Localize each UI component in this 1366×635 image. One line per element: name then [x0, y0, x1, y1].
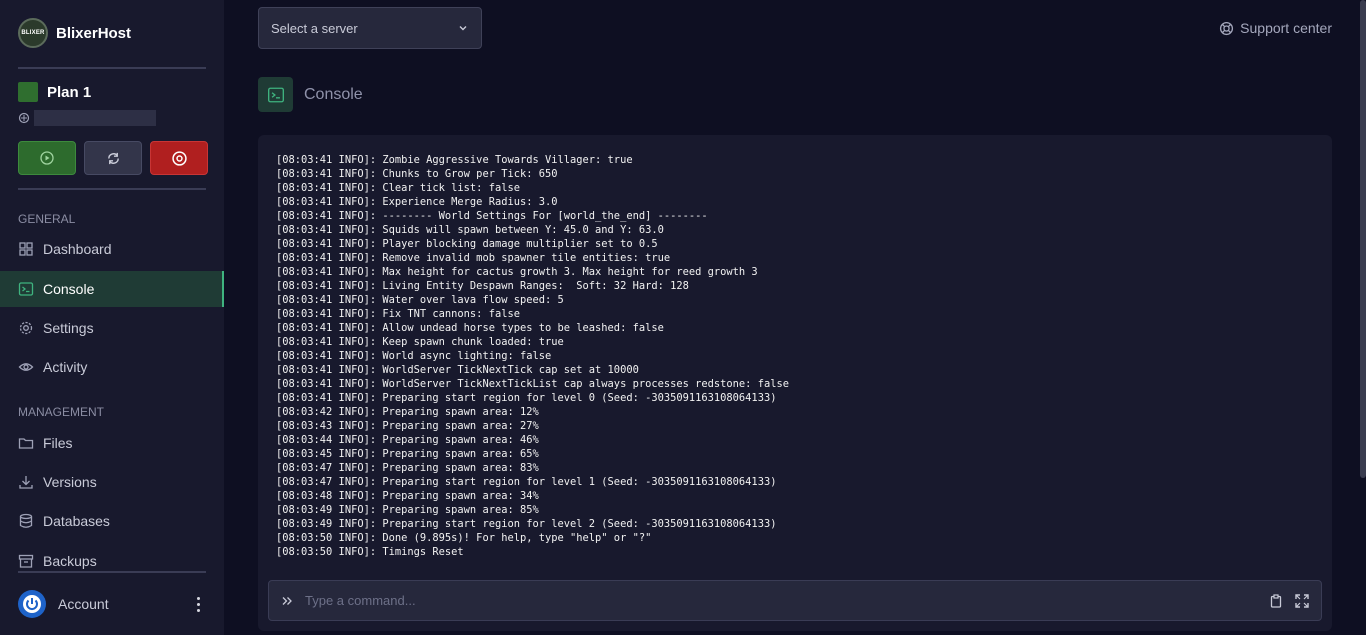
chevrons-right-icon	[282, 596, 292, 605]
sidebar: BLIXER BlixerHost Plan 1 GENERAL Dashboa…	[0, 0, 224, 635]
console-line: [08:03:49 INFO]: Preparing start region …	[276, 518, 777, 530]
archive-icon	[18, 554, 34, 568]
command-input[interactable]	[305, 593, 1257, 608]
nav-item-console[interactable]: Console	[0, 271, 224, 307]
console-line: [08:03:41 INFO]: Player blocking damage …	[276, 238, 658, 250]
nav-label: Versions	[43, 474, 97, 490]
console-line: [08:03:41 INFO]: Preparing start region …	[276, 392, 777, 404]
console-line: [08:03:41 INFO]: Experience Merge Radius…	[276, 196, 558, 208]
console-line: [08:03:41 INFO]: Zombie Aggressive Towar…	[276, 154, 633, 166]
nav-item-activity[interactable]: Activity	[0, 349, 224, 385]
console-line: [08:03:41 INFO]: -------- World Settings…	[276, 210, 708, 222]
plan-header: Plan 1	[18, 82, 91, 102]
more-options-icon[interactable]	[190, 594, 206, 614]
console-line: [08:03:41 INFO]: Keep spawn chunk loaded…	[276, 336, 564, 348]
command-actions	[1269, 593, 1309, 608]
console-line: [08:03:47 INFO]: Preparing start region …	[276, 476, 777, 488]
console-line: [08:03:50 INFO]: Timings Reset	[276, 546, 464, 558]
console-line: [08:03:50 INFO]: Done (9.895s)! For help…	[276, 532, 652, 544]
page-scrollbar[interactable]	[1360, 0, 1366, 478]
account-menu[interactable]: Account	[18, 590, 206, 618]
server-select[interactable]: Select a server	[258, 7, 482, 49]
nav-label: Activity	[43, 359, 88, 375]
download-icon	[19, 476, 33, 489]
page-header: Console	[258, 77, 363, 112]
server-select-label: Select a server	[271, 20, 358, 36]
network-icon	[18, 112, 30, 124]
refresh-icon	[107, 152, 119, 164]
divider	[18, 571, 206, 573]
console-output: [08:03:41 INFO]: Zombie Aggressive Towar…	[276, 153, 789, 559]
command-bar	[268, 580, 1322, 621]
console-line: [08:03:41 INFO]: WorldServer TickNextTic…	[276, 378, 789, 390]
brand[interactable]: BLIXER BlixerHost	[18, 18, 131, 48]
nav-item-dashboard[interactable]: Dashboard	[0, 231, 224, 267]
eye-icon	[18, 363, 34, 371]
power-controls	[18, 141, 208, 175]
console-line: [08:03:41 INFO]: Remove invalid mob spaw…	[276, 252, 671, 264]
nav-label: Dashboard	[43, 241, 112, 257]
clipboard-icon[interactable]	[1269, 593, 1283, 608]
console-line: [08:03:41 INFO]: Chunks to Grow per Tick…	[276, 168, 558, 180]
chevron-down-icon	[459, 26, 467, 31]
stop-button[interactable]	[150, 141, 208, 175]
account-label: Account	[58, 596, 109, 612]
console-line: [08:03:41 INFO]: WorldServer TickNextTic…	[276, 364, 639, 376]
support-label: Support center	[1240, 20, 1332, 36]
nav-label: Files	[43, 435, 73, 451]
console-line: [08:03:41 INFO]: Fix TNT cannons: false	[276, 308, 520, 320]
brand-name: BlixerHost	[56, 24, 132, 42]
nav-label: Backups	[43, 553, 97, 569]
expand-icon[interactable]	[1295, 593, 1309, 608]
console-line: [08:03:48 INFO]: Preparing spawn area: 3…	[276, 490, 539, 502]
server-address	[18, 110, 156, 126]
console-line: [08:03:41 INFO]: Clear tick list: false	[276, 182, 520, 194]
console-line: [08:03:44 INFO]: Preparing spawn area: 4…	[276, 434, 539, 446]
power-icon	[23, 595, 41, 613]
console-line: [08:03:43 INFO]: Preparing spawn area: 2…	[276, 420, 539, 432]
plan-icon	[18, 82, 38, 102]
section-label-general: GENERAL	[18, 212, 76, 226]
server-address-redacted	[34, 110, 156, 126]
console-line: [08:03:45 INFO]: Preparing spawn area: 6…	[276, 448, 539, 460]
gear-icon	[19, 321, 33, 335]
console-line: [08:03:41 INFO]: Squids will spawn betwe…	[276, 224, 664, 236]
console-line: [08:03:41 INFO]: Water over lava flow sp…	[276, 294, 564, 306]
plan-name: Plan 1	[47, 83, 92, 101]
terminal-icon	[18, 282, 34, 296]
restart-button[interactable]	[84, 141, 142, 175]
nav-label: Databases	[43, 513, 110, 529]
console-line: [08:03:42 INFO]: Preparing spawn area: 1…	[276, 406, 539, 418]
divider	[18, 188, 206, 190]
nav-item-backups[interactable]: Backups	[0, 543, 224, 579]
dashboard-icon	[19, 242, 33, 256]
nav-item-files[interactable]: Files	[0, 425, 224, 461]
database-icon	[19, 513, 33, 528]
stop-icon	[171, 150, 187, 166]
folder-icon	[18, 438, 34, 449]
section-label-management: MANAGEMENT	[18, 405, 105, 419]
nav-item-versions[interactable]: Versions	[0, 464, 224, 500]
start-button[interactable]	[18, 141, 76, 175]
divider	[18, 67, 206, 69]
console-line: [08:03:41 INFO]: Living Entity Despawn R…	[276, 280, 689, 292]
page-title: Console	[304, 85, 363, 103]
lifebuoy-icon	[1220, 21, 1234, 35]
nav-label: Settings	[43, 320, 94, 336]
console-line: [08:03:49 INFO]: Preparing spawn area: 8…	[276, 504, 539, 516]
console-line: [08:03:41 INFO]: Max height for cactus g…	[276, 266, 758, 278]
brand-logo: BLIXER	[18, 18, 48, 48]
avatar	[18, 590, 46, 618]
nav-item-databases[interactable]: Databases	[0, 503, 224, 539]
terminal-icon	[258, 77, 293, 112]
support-center-link[interactable]: Support center	[1219, 20, 1332, 36]
console-line: [08:03:41 INFO]: World async lighting: f…	[276, 350, 552, 362]
play-icon	[40, 151, 54, 165]
nav-label: Console	[43, 281, 95, 297]
console-line: [08:03:41 INFO]: Allow undead horse type…	[276, 322, 664, 334]
nav-item-settings[interactable]: Settings	[0, 310, 224, 346]
console-line: [08:03:47 INFO]: Preparing spawn area: 8…	[276, 462, 539, 474]
console-panel: [08:03:41 INFO]: Zombie Aggressive Towar…	[258, 135, 1332, 631]
